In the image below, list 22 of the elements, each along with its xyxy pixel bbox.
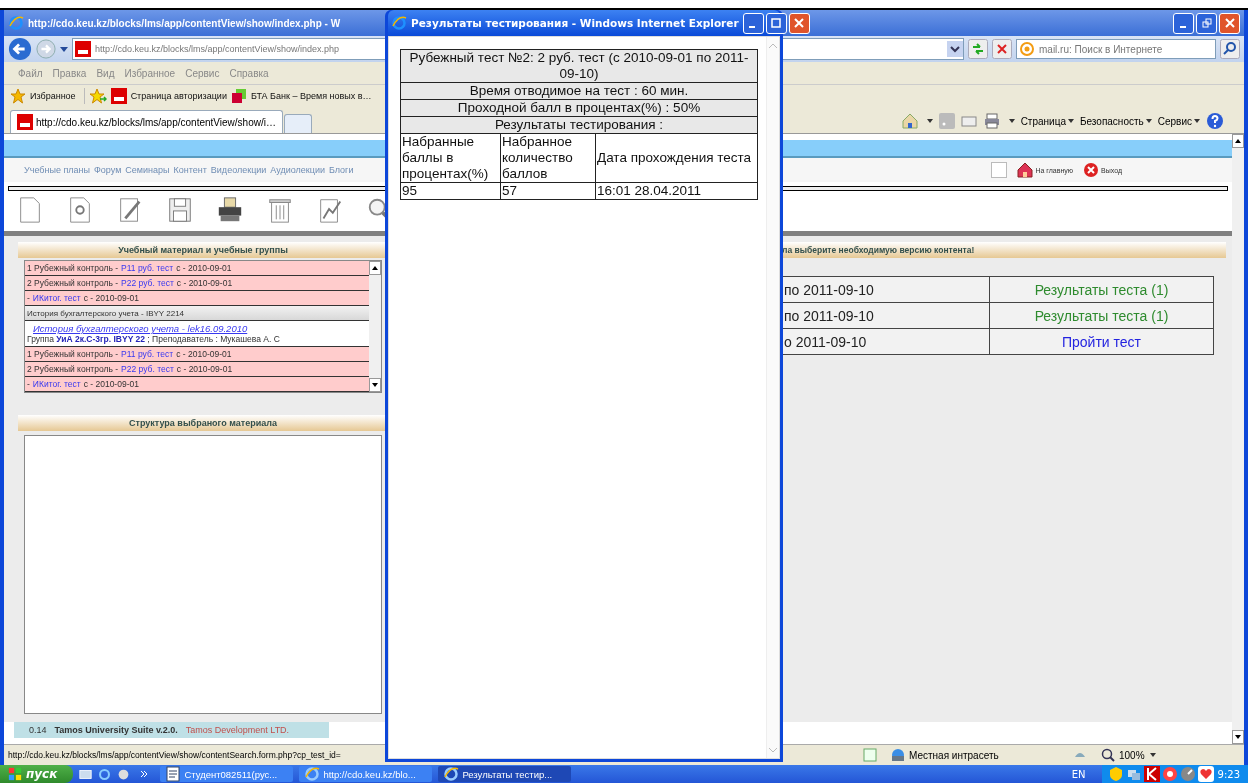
version-text: 0.14 [29,725,47,735]
column-header: Набранные баллы в процентах(%) [400,133,501,183]
group-info: Группа УиА 2к.С-3гр. IBYY 22 ; Преподаватель : Мукашева А. С [27,334,281,344]
window-title: Результаты тестирования - Windows Internet Explorer [411,17,739,29]
test-entry: 1 Рубежный контроль - P11 руб. тест с - 2010-09-01 [25,261,369,276]
course-heading: История бухгалтерского учета - IBYY 2214 [25,306,369,321]
test-entry: 1 Рубежный контроль - P11 руб. тест с - 2010-09-01 [25,347,369,362]
test-entry: 2 Рубежный контроль - P22 руб. тест с - 2010-09-01 [25,276,369,291]
product-name: Tamos University Suite v.2.0. [54,725,178,735]
status-url: http://cdo.keu.kz/blocks/lms/app/contentView/show/contentSearch.form.php?cp_test_id= [8,750,342,760]
test-entry: 2 Рубежный контроль - P22 руб. тест с - 2010-09-01 [25,362,369,377]
test-entry: - ИКитог. тест с - 2010-09-01 [25,377,369,392]
test-entry: - ИКитог. тест с - 2010-09-01 [25,291,369,306]
column-header: Набранное количество баллов [500,133,596,183]
notice-text: ла выберите необходимую версию контента! [782,245,975,255]
test-title: Рубежный тест №2: 2 руб. тест (с 2010-09-01 по 2011-09-10) [400,49,758,83]
panel-header: Структура выбраного материала [18,415,388,431]
panel-header: Учебный материал и учебные группы [18,242,388,258]
column-header: Дата прохождения теста [595,133,758,183]
company-name: Tamos Development LTD. [185,725,290,735]
window-title: http://cdo.keu.kz/blocks/lms/app/contentView/show/index.php - W [28,17,341,29]
clock: 9:23 [1213,765,1248,783]
